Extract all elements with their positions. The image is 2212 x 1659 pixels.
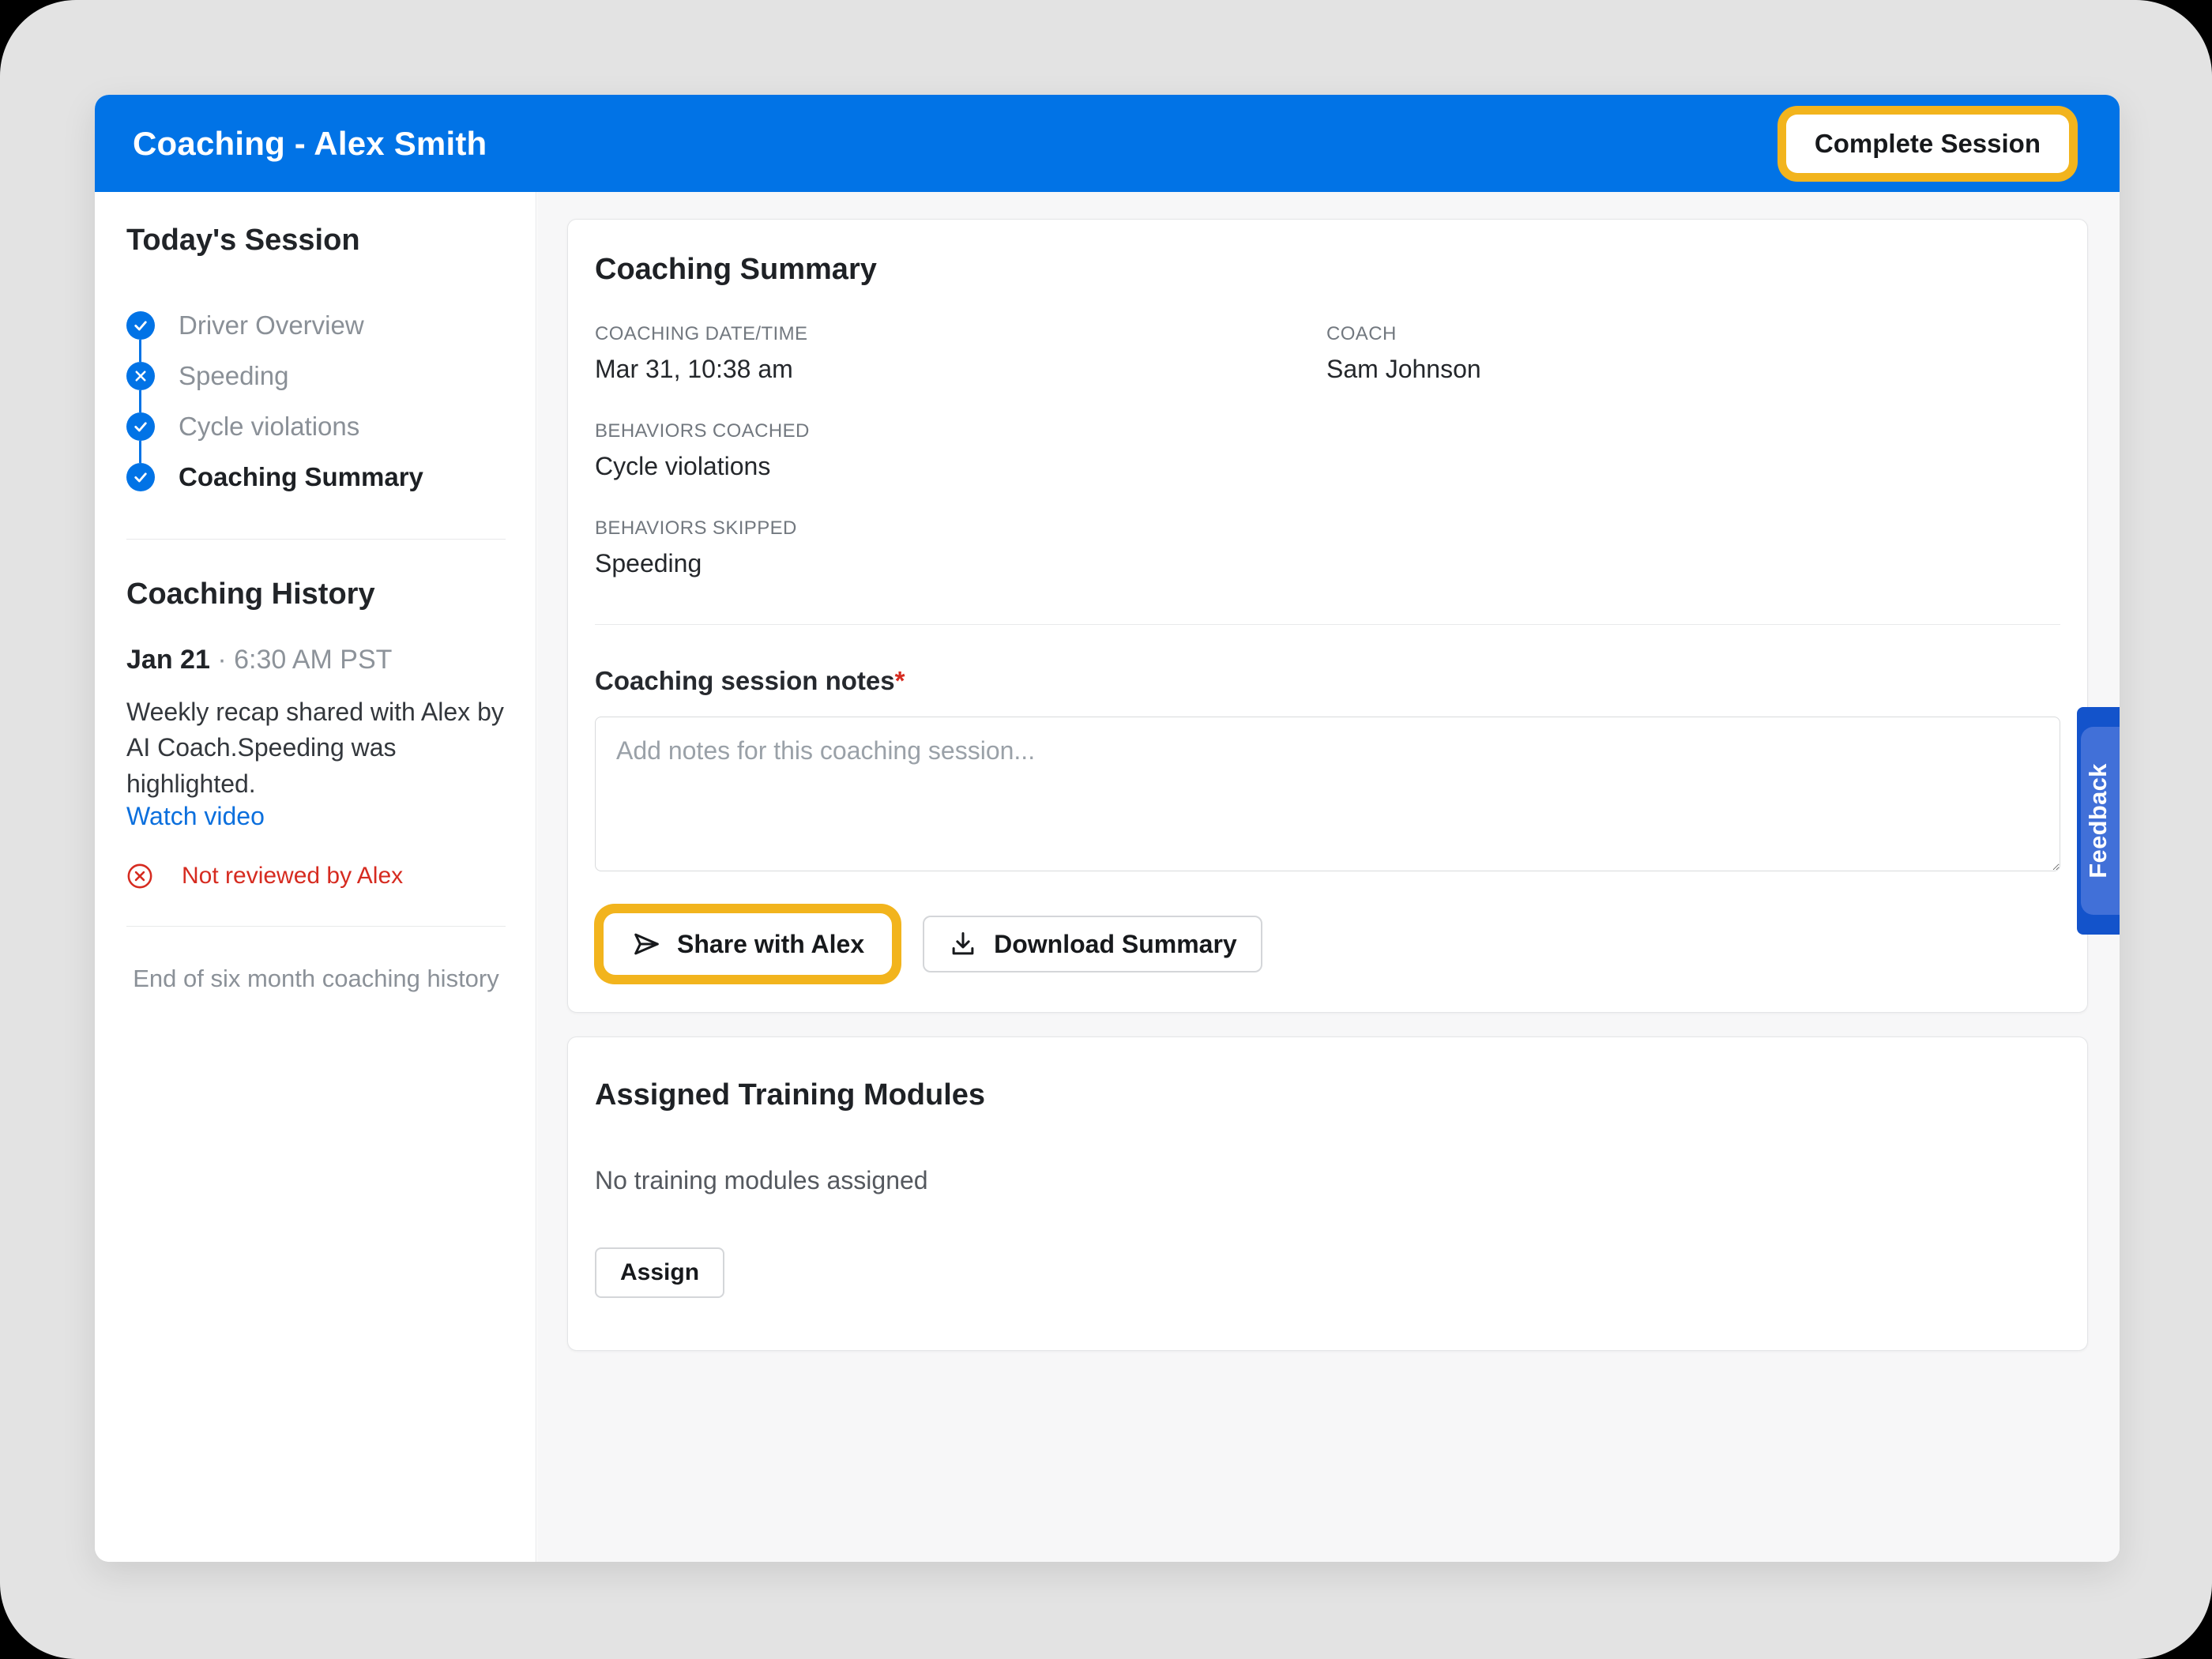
field-coaching-datetime: COACHING DATE/TIME Mar 31, 10:38 am — [595, 323, 1326, 384]
field-label: COACHING DATE/TIME — [595, 323, 1326, 345]
history-end-note: End of six month coaching history — [126, 965, 506, 993]
field-coach: COACH Sam Johnson — [1326, 323, 2060, 384]
review-status: Not reviewed by Alex — [126, 863, 506, 890]
assign-button[interactable]: Assign — [595, 1247, 724, 1298]
feedback-tab[interactable]: Feedback — [2077, 707, 2120, 935]
download-icon — [948, 929, 978, 959]
summary-actions: Share with Alex Download Summary — [595, 916, 2060, 972]
session-step-list: Driver Overview Speeding Cycle violation… — [126, 300, 506, 502]
notes-label: Coaching session notes* — [595, 666, 2060, 696]
field-label: COACH — [1326, 323, 2060, 345]
step-coaching-summary[interactable]: Coaching Summary — [126, 452, 506, 502]
step-label: Driver Overview — [179, 310, 364, 340]
sidebar-divider — [126, 926, 506, 927]
page-title: Coaching - Alex Smith — [133, 125, 487, 163]
step-cycle-violations[interactable]: Cycle violations — [126, 401, 506, 452]
card-divider — [595, 624, 2060, 625]
watch-video-link[interactable]: Watch video — [126, 802, 265, 831]
field-behaviors-coached: BEHAVIORS COACHED Cycle violations — [595, 420, 1326, 481]
field-value: Speeding — [595, 549, 1326, 578]
coaching-summary-heading: Coaching Summary — [595, 253, 2060, 287]
todays-session-heading: Today's Session — [126, 224, 506, 258]
check-circle-icon — [126, 412, 155, 441]
field-label: BEHAVIORS COACHED — [595, 420, 1326, 442]
summary-fields: COACHING DATE/TIME Mar 31, 10:38 am COAC… — [595, 287, 2060, 578]
send-icon — [631, 929, 661, 959]
review-status-text: Not reviewed by Alex — [182, 863, 403, 890]
training-modules-card: Assigned Training Modules No training mo… — [567, 1036, 2088, 1351]
field-label: BEHAVIORS SKIPPED — [595, 517, 1326, 540]
step-driver-overview[interactable]: Driver Overview — [126, 300, 506, 351]
check-circle-icon — [126, 311, 155, 340]
history-entry-date: Jan 21 — [126, 645, 210, 675]
no-modules-text: No training modules assigned — [595, 1166, 2060, 1195]
field-value: Cycle violations — [595, 452, 1326, 481]
session-notes-textarea[interactable] — [595, 717, 2060, 871]
training-modules-heading: Assigned Training Modules — [595, 1078, 2060, 1112]
history-entry-meta: Jan 21 · 6:30 AM PST — [126, 645, 506, 675]
required-asterisk: * — [895, 666, 905, 695]
check-circle-icon — [126, 463, 155, 491]
main-content: Coaching Summary COACHING DATE/TIME Mar … — [537, 192, 2120, 1562]
history-entry: Jan 21 · 6:30 AM PST Weekly recap shared… — [126, 645, 506, 890]
top-bar: Coaching - Alex Smith Complete Session — [95, 95, 2120, 192]
feedback-tab-label: Feedback — [2084, 763, 2112, 878]
step-label: Coaching Summary — [179, 462, 423, 492]
share-with-alex-button[interactable]: Share with Alex — [608, 917, 888, 971]
field-value: Mar 31, 10:38 am — [595, 355, 1326, 384]
download-summary-button[interactable]: Download Summary — [923, 916, 1262, 972]
step-label: Cycle violations — [179, 412, 359, 442]
page-background: Coaching - Alex Smith Complete Session T… — [0, 0, 2212, 1659]
x-circle-icon — [126, 362, 155, 390]
step-speeding[interactable]: Speeding — [126, 351, 506, 401]
sidebar-divider — [126, 539, 506, 540]
meta-separator: · — [217, 645, 226, 675]
x-circle-outline-icon — [126, 863, 153, 890]
app-window: Coaching - Alex Smith Complete Session T… — [95, 95, 2120, 1562]
coaching-history-heading: Coaching History — [126, 577, 506, 611]
history-entry-time: 6:30 AM PST — [234, 645, 392, 675]
sidebar: Today's Session Driver Overview Speeding — [95, 192, 536, 1562]
complete-session-button[interactable]: Complete Session — [1786, 115, 2069, 173]
field-behaviors-skipped: BEHAVIORS SKIPPED Speeding — [595, 517, 1326, 578]
history-entry-description: Weekly recap shared with Alex by AI Coac… — [126, 694, 506, 802]
field-value: Sam Johnson — [1326, 355, 2060, 384]
coaching-summary-card: Coaching Summary COACHING DATE/TIME Mar … — [567, 219, 2088, 1013]
step-label: Speeding — [179, 361, 288, 391]
